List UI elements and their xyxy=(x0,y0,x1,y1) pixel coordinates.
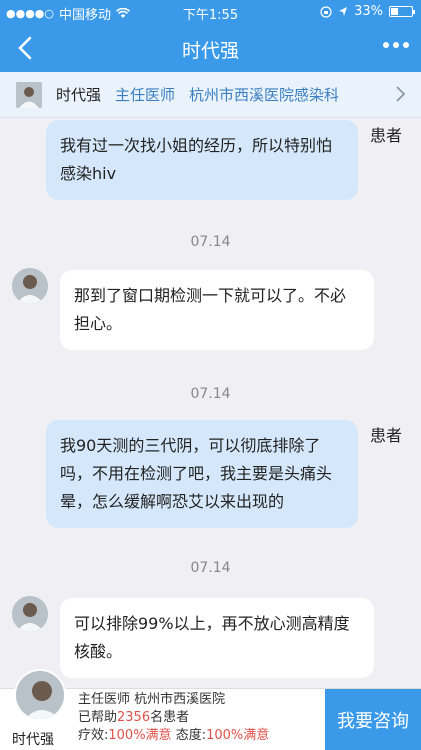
more-button[interactable] xyxy=(383,42,409,52)
effect-value: 100%满意 xyxy=(108,728,172,743)
message-text: 那到了窗口期检测一下就可以了。不必担心。 xyxy=(74,286,347,333)
doctor-photo-icon xyxy=(12,268,48,304)
doctor-rank: 主任医师 xyxy=(115,86,176,104)
location-icon xyxy=(339,7,348,16)
patient-message: 我90天测的三代阴，可以彻底排除了吗，不用在检测了吧，我主要是头痛头晕，怎么缓解… xyxy=(46,420,358,528)
more-dot-icon xyxy=(383,42,389,48)
doctor-name: 时代强 xyxy=(56,86,102,104)
doctor-photo-icon xyxy=(16,81,42,108)
patient-label: 患者 xyxy=(370,426,403,445)
helped-count-line: 已帮助2356名患者 xyxy=(78,709,269,727)
effect-label: 疗效: xyxy=(78,728,109,743)
patient-message: 我有过一次找小姐的经历，所以特别怕感染hiv xyxy=(46,120,358,200)
doctor-photo-icon xyxy=(16,671,64,719)
timestamp: 07.14 xyxy=(190,386,231,402)
doctor-title-hospital: 主任医师 杭州市西溪医院 xyxy=(78,692,226,707)
doctor-message: 那到了窗口期检测一下就可以了。不必担心。 xyxy=(60,270,374,350)
rotation-lock-icon xyxy=(320,5,332,18)
rating-line: 疗效:100%满意 态度:100%满意 xyxy=(78,727,269,745)
more-dot-icon xyxy=(393,42,399,48)
patient-label: 患者 xyxy=(370,126,403,145)
message-text: 我90天测的三代阴，可以彻底排除了吗，不用在检测了吧，我主要是头痛头晕，怎么缓解… xyxy=(60,436,333,511)
status-bar: ●●●●○ 中国移动 下午1:55 33% xyxy=(0,0,421,24)
doctor-avatar[interactable] xyxy=(12,596,48,632)
nav-bar: 时代强 xyxy=(0,24,421,72)
page-title: 时代强 xyxy=(181,40,239,62)
helped-suffix: 名患者 xyxy=(150,710,190,725)
timestamp: 07.14 xyxy=(190,234,231,250)
doctor-info-bar[interactable]: 时代强 主任医师 杭州市西溪医院感染科 xyxy=(0,72,421,118)
doctor-avatar-small xyxy=(16,81,42,108)
status-right: 33% xyxy=(320,4,415,19)
battery-percent: 33% xyxy=(354,4,383,19)
chevron-right-icon xyxy=(396,86,406,102)
chat-area[interactable]: 我有过一次找小姐的经历，所以特别怕感染hiv 患者 07.14 那到了窗口期检测… xyxy=(0,118,421,688)
timestamp: 07.14 xyxy=(190,560,231,576)
doctor-hospital: 杭州市西溪医院感染科 xyxy=(189,86,340,104)
helped-count: 2356 xyxy=(117,710,151,725)
more-dot-icon xyxy=(403,42,409,48)
attitude-label: 态度: xyxy=(175,728,207,743)
helped-prefix: 已帮助 xyxy=(78,710,118,725)
attitude-value: 100%满意 xyxy=(206,728,270,743)
doctor-stats: 主任医师 杭州市西溪医院 已帮助2356名患者 疗效:100%满意 态度:100… xyxy=(78,691,269,745)
message-text: 我有过一次找小姐的经历，所以特别怕感染hiv xyxy=(60,136,333,183)
doctor-photo-icon xyxy=(12,596,48,632)
doctor-message: 可以排除99%以上，再不放心测高精度核酸。 xyxy=(60,598,374,678)
doctor-avatar-large[interactable] xyxy=(14,669,66,721)
bottom-doctor-name: 时代强 xyxy=(12,732,54,748)
doctor-avatar[interactable] xyxy=(12,268,48,304)
message-text: 可以排除99%以上，再不放心测高精度核酸。 xyxy=(74,614,350,661)
bottom-bar: 时代强 主任医师 杭州市西溪医院 已帮助2356名患者 疗效:100%满意 态度… xyxy=(0,669,421,750)
battery-icon xyxy=(389,6,415,17)
consult-button[interactable]: 我要咨询 xyxy=(325,689,421,750)
